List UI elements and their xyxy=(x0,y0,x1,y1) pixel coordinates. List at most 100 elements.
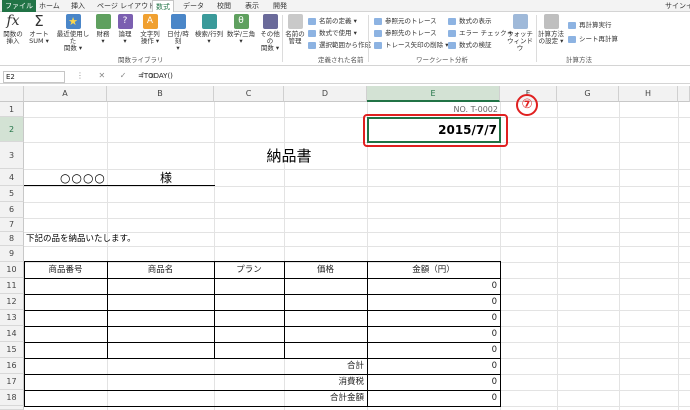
row-header-8[interactable]: 8 xyxy=(0,232,24,246)
row-header-14[interactable]: 14 xyxy=(0,326,24,342)
lookup-button[interactable]: 検索/行列 ▾ xyxy=(194,14,224,52)
tab-page-layout[interactable]: ページ レイアウト xyxy=(94,0,158,12)
insert-function-button[interactable]: fx 関数の 挿入 xyxy=(2,14,24,52)
define-name-button[interactable]: 名前の定義 ▾ xyxy=(308,16,357,27)
math-button[interactable]: θ 数学/三角 ▾ xyxy=(226,14,256,52)
row-header-17[interactable]: 17 xyxy=(0,374,24,390)
table-border xyxy=(24,261,25,407)
column-header-next[interactable] xyxy=(678,86,690,102)
amount-cell[interactable]: 0 xyxy=(367,310,497,326)
row-header-10[interactable]: 10 xyxy=(0,262,24,278)
invoice-title: 納品書 xyxy=(266,147,312,165)
row-header-13[interactable]: 13 xyxy=(0,310,24,326)
star-icon: ★ xyxy=(65,14,81,29)
row-header-18[interactable]: 18 xyxy=(0,390,24,406)
row-header-11[interactable]: 11 xyxy=(0,278,24,294)
divider xyxy=(282,15,283,62)
calculate-sheet-button[interactable]: シート再計算 xyxy=(568,34,618,45)
search-book-icon xyxy=(201,14,217,29)
question-book-icon: ? xyxy=(117,14,133,29)
group-function-library: 関数ライブラリ xyxy=(118,56,164,64)
amount-cell[interactable]: 0 xyxy=(367,278,497,294)
tab-home[interactable]: ホーム xyxy=(36,0,63,12)
name-box[interactable]: E2 xyxy=(3,71,65,83)
signin-link[interactable]: サインイ xyxy=(662,0,690,12)
tax-value[interactable]: 0 xyxy=(367,374,497,390)
row-header-9[interactable]: 9 xyxy=(0,246,24,262)
column-header-d[interactable]: D xyxy=(284,86,367,102)
total-label: 合計金額 xyxy=(329,393,364,403)
use-in-formula-button[interactable]: 数式で使用 ▾ xyxy=(308,28,357,39)
group-formula-auditing: ワークシート分析 xyxy=(416,56,468,64)
date-time-button[interactable]: 日付/時刻 ▾ xyxy=(164,14,192,52)
tab-developer[interactable]: 開発 xyxy=(270,0,290,12)
formula-input[interactable]: =TODAY() xyxy=(136,71,686,83)
tab-data[interactable]: データ xyxy=(180,0,207,12)
table-border xyxy=(24,390,501,391)
customer-name: ○○○○ xyxy=(60,171,106,185)
gridline xyxy=(557,102,558,410)
calculator-icon xyxy=(543,14,559,29)
row-header-15[interactable]: 15 xyxy=(0,342,24,358)
select-all-corner[interactable] xyxy=(0,86,24,102)
subtotal-label: 合計 xyxy=(346,361,364,371)
ribbon: fx 関数の 挿入 Σ オート SUM ▾ ★ 最近使用した 関数 ▾ 財務 ▾ ? 論… xyxy=(0,12,690,66)
table-border xyxy=(24,342,501,343)
row-header-1[interactable]: 1 xyxy=(0,102,24,117)
gridline xyxy=(619,102,620,410)
trace-precedents-button[interactable]: 参照元のトレース xyxy=(374,16,437,27)
amount-cell[interactable]: 0 xyxy=(367,294,497,310)
evaluate-formula-button[interactable]: 数式の検証 xyxy=(448,40,492,51)
autosum-button[interactable]: Σ オート SUM ▾ xyxy=(28,14,50,52)
group-calculation: 計算方法 xyxy=(566,56,592,64)
text-button[interactable]: A 文字列 操作 ▾ xyxy=(138,14,162,52)
table-border xyxy=(24,261,501,262)
calculation-options-button[interactable]: 計算方法 の設定 ▾ xyxy=(538,14,564,52)
table-border xyxy=(107,261,108,359)
gridline xyxy=(24,246,690,247)
column-header-g[interactable]: G xyxy=(557,86,619,102)
table-border xyxy=(24,358,501,359)
gridline xyxy=(24,218,690,219)
row-header-16[interactable]: 16 xyxy=(0,358,24,374)
amount-cell[interactable]: 0 xyxy=(367,342,497,358)
financial-button[interactable]: 財務 ▾ xyxy=(94,14,112,52)
create-from-selection-button[interactable]: 選択範囲から作成 xyxy=(308,40,371,51)
remove-arrows-button[interactable]: トレース矢印の削除 ▾ xyxy=(374,40,449,51)
total-value[interactable]: 0 xyxy=(367,390,497,406)
row-header-7[interactable]: 7 xyxy=(0,218,24,232)
table-border xyxy=(24,406,501,407)
amount-cell[interactable]: 0 xyxy=(367,326,497,342)
row-header-19[interactable]: 19 xyxy=(0,406,24,410)
column-header-e[interactable]: E xyxy=(367,86,500,102)
subtotal-value[interactable]: 0 xyxy=(367,358,497,374)
gridline xyxy=(24,117,690,118)
row-header-6[interactable]: 6 xyxy=(0,202,24,218)
row-header-12[interactable]: 12 xyxy=(0,294,24,310)
more-functions-button[interactable]: その他の 関数 ▾ xyxy=(258,14,282,52)
logical-button[interactable]: ? 論理 ▾ xyxy=(116,14,134,52)
trace-dependents-button[interactable]: 参照先のトレース xyxy=(374,28,437,39)
calculate-now-button[interactable]: 再計算実行 xyxy=(568,20,612,31)
table-border xyxy=(24,374,501,375)
row-header-2[interactable]: 2 xyxy=(0,117,24,142)
tab-insert[interactable]: 挿入 xyxy=(68,0,88,12)
column-header-c[interactable]: C xyxy=(214,86,284,102)
tab-file[interactable]: ファイル xyxy=(2,0,36,12)
error-checking-button[interactable]: エラー チェック ▾ xyxy=(448,28,512,39)
column-header-b[interactable]: B xyxy=(107,86,214,102)
column-header-a[interactable]: A xyxy=(24,86,107,102)
row-header-5[interactable]: 5 xyxy=(0,186,24,202)
row-header-4[interactable]: 4 xyxy=(0,169,24,186)
tab-view[interactable]: 表示 xyxy=(242,0,262,12)
worksheet-grid: A B C D E F G H 1 2 3 4 5 6 7 8 9 10 11 … xyxy=(0,86,690,410)
tab-review[interactable]: 校閲 xyxy=(214,0,234,12)
column-header-h[interactable]: H xyxy=(619,86,678,102)
watch-window-button[interactable]: ウォッチ ウィンドウ xyxy=(506,14,534,52)
intro-text: 下記の品を納品いたします。 xyxy=(26,234,136,244)
name-manager-button[interactable]: 名前の 管理 xyxy=(285,14,305,52)
group-defined-names: 定義された名前 xyxy=(318,56,364,64)
recently-used-button[interactable]: ★ 最近使用した 関数 ▾ xyxy=(56,14,90,52)
row-header-3[interactable]: 3 xyxy=(0,142,24,169)
show-formulas-button[interactable]: 数式の表示 xyxy=(448,16,492,27)
